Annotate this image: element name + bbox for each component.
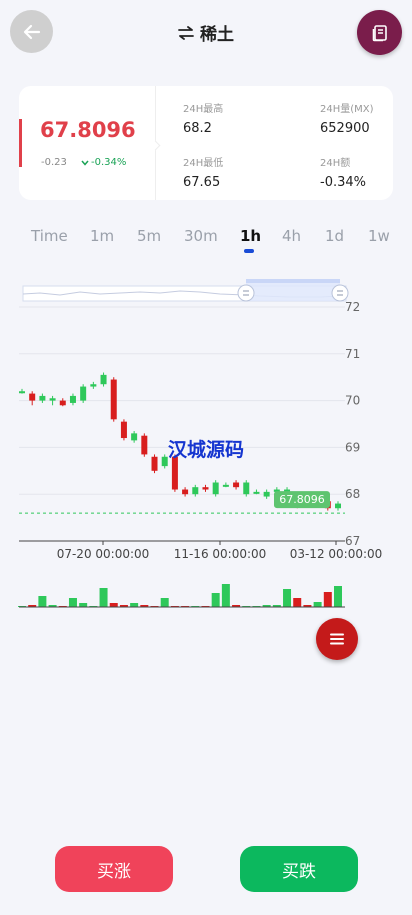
stat-value: -0.34% [320,175,366,190]
stat-label: 24H量(MX) [320,104,374,115]
tab-30m[interactable]: 30m [184,227,218,245]
candle-body [80,386,87,401]
active-tab-indicator [244,249,254,253]
buy-down-button[interactable]: 买跌 [240,846,358,892]
tab-1m[interactable]: 1m [90,227,114,245]
candle-body [233,482,240,488]
tab-1h[interactable]: 1h [240,227,261,245]
y-axis-labels: 72 71 70 69 68 67 [345,300,360,548]
candle-body [192,487,199,495]
volume-bar [221,584,230,607]
y-gridlines [19,306,345,495]
volume-bar [323,592,332,607]
stat-value: 652900 [320,121,370,136]
y-tick-label: 71 [345,347,360,361]
price-indicator [19,119,22,167]
candle-body [100,374,107,385]
tab-4h[interactable]: 4h [282,227,301,245]
tab-1d[interactable]: 1d [325,227,344,245]
page-title-text: 稀土 [200,25,234,45]
volume-bar [211,593,220,607]
tab-1w[interactable]: 1w [368,227,390,245]
volume-bar [313,602,322,607]
stat-label: 24H最高 [183,104,224,115]
y-tick-label: 72 [345,300,360,314]
last-price-tag-text: 67.8096 [279,493,325,506]
candle-body [19,391,25,394]
candle-body [212,482,219,495]
range-selector[interactable] [22,279,349,302]
volume-bar [293,598,302,607]
watermark: 汉城源码 [168,438,244,461]
card-notch [150,140,161,151]
tab-5m[interactable]: 5m [137,227,161,245]
volume-bar [68,598,77,607]
volume-bars [18,584,342,607]
stat-label: 24H最低 [183,158,224,169]
last-price-tag: 67.8096 [274,491,330,509]
price-change-pct: -0.34% [81,157,126,168]
x-tick-label: 07-20 00:00:00 [57,547,150,561]
volume-bar [38,596,47,607]
y-tick-label: 68 [345,487,360,501]
range-handle-left[interactable] [237,284,255,302]
volume-bar [79,603,88,607]
candle-body [335,503,341,509]
y-tick-label: 69 [345,440,360,454]
stat-24h-volume: 24H量(MX) 652900 [320,100,374,136]
volume-bar [334,586,342,607]
candle-body [69,395,76,403]
menu-lines-icon [330,633,344,645]
candle-body [182,489,189,495]
candle-body [59,400,66,406]
candle-body [171,456,178,490]
candle-body [202,487,209,490]
page-title[interactable]: 稀土 [0,20,412,45]
quote-card: 67.8096 -0.23 -0.34% 24H最高 68.2 24H量(MX)… [19,86,393,200]
y-tick-label: 70 [345,394,360,408]
volume-bar [130,603,139,607]
candle-body [29,393,36,401]
volume-bar [283,589,292,607]
volume-bar [160,598,169,607]
stat-value: 68.2 [183,121,212,136]
candle-body [120,421,127,439]
y-tick-label: 67 [345,534,360,548]
stat-label: 24H额 [320,158,351,169]
range-handle-right[interactable] [331,284,349,302]
orders-button[interactable] [357,10,402,55]
candle-body [90,384,97,387]
candle-body [161,456,168,467]
volume-bar [99,588,108,607]
candle-body [49,398,56,401]
current-price: 67.8096 [40,118,136,142]
swap-arrows-icon [178,25,194,40]
volume-bar [109,603,118,607]
book-icon [372,24,387,41]
candle-body [110,379,117,420]
interval-tabs: Time 1m 5m 30m 1h 4h 1d 1w [0,227,412,257]
candle-body [141,435,148,455]
candle-body [131,433,138,441]
stat-24h-amount: 24H额 -0.34% [320,154,366,190]
range-window-top [246,279,340,283]
x-tick-label: 11-16 00:00:00 [174,547,267,561]
candle-body [263,491,270,497]
candle-body [243,482,250,495]
chart-menu-button[interactable] [316,618,358,660]
x-tick-label: 03-12 00:00:00 [290,547,383,561]
tab-time[interactable]: Time [31,227,68,245]
candle-body [222,484,229,487]
price-change-pct-value: -0.34% [91,157,127,168]
kline-chart[interactable]: 72 71 70 69 68 67 67.8096 汉城源码 07-20 00:… [0,270,412,615]
stat-value: 67.65 [183,175,221,190]
buy-up-button[interactable]: 买涨 [55,846,173,892]
candle-body [253,491,260,494]
candle-body [151,456,158,471]
price-change-abs: -0.23 [41,157,67,168]
chevron-down-icon [81,160,89,166]
stat-24h-low: 24H最低 67.65 [183,154,223,190]
candle-body [39,395,46,401]
stat-24h-high: 24H最高 68.2 [183,100,223,136]
